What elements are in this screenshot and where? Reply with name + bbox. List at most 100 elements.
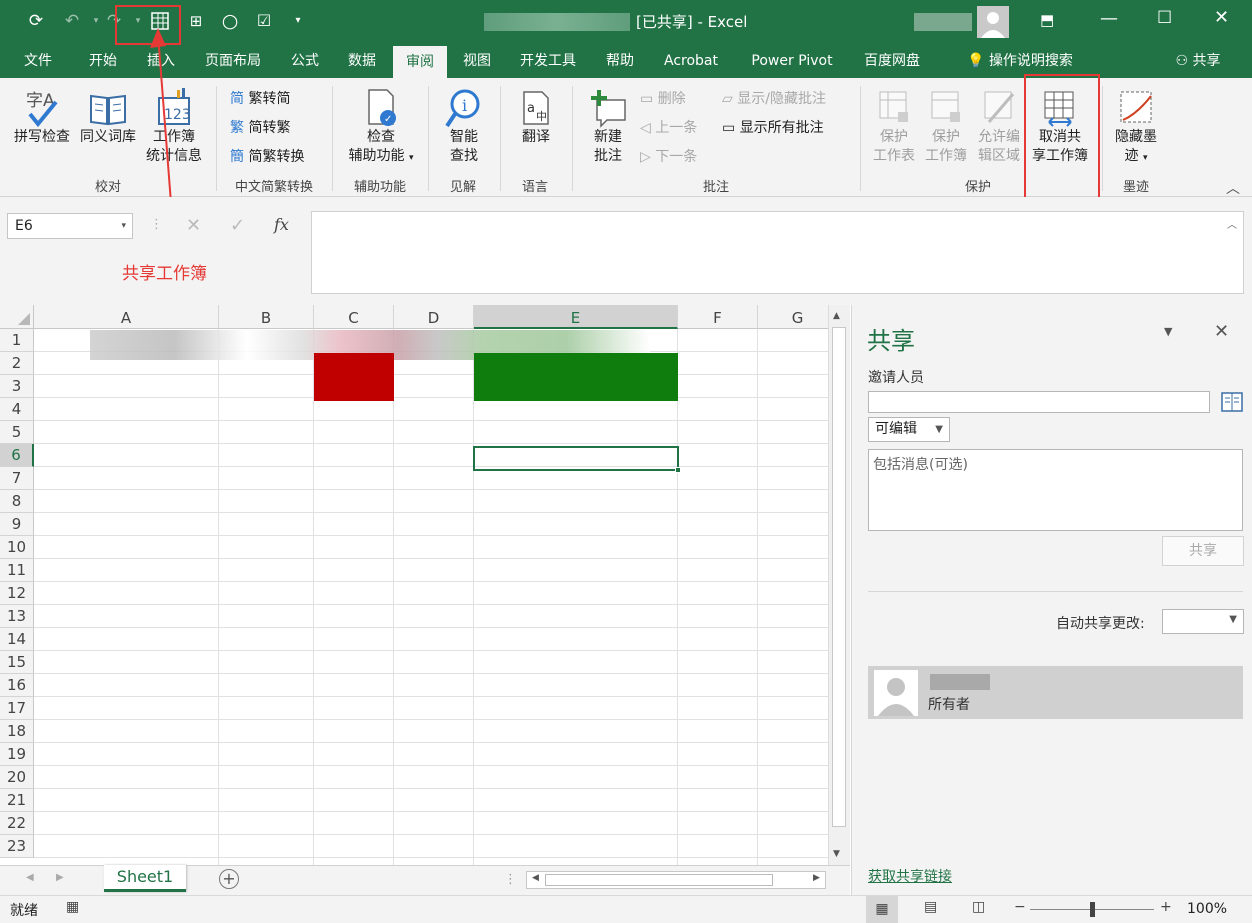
tab-split-grip-icon[interactable]: ⋮ (504, 872, 517, 887)
customize-qa-icon[interactable]: ▾ (284, 8, 312, 34)
row-header[interactable]: 15 (0, 651, 34, 674)
allow-edit-ranges-button[interactable]: 允许编 辑区域 (972, 88, 1026, 166)
column-header[interactable]: G (758, 305, 838, 329)
row-header[interactable]: 20 (0, 766, 34, 789)
selected-cell-e6[interactable] (473, 446, 681, 473)
tab-page-layout[interactable]: 页面布局 (194, 44, 272, 78)
convert-button[interactable]: 簡 简繁转换 (230, 147, 304, 167)
minimize-icon[interactable]: — (1100, 8, 1118, 29)
row-header[interactable]: 21 (0, 789, 34, 812)
autosave-icon[interactable]: ⟳ (22, 8, 50, 34)
row-header[interactable]: 11 (0, 559, 34, 582)
row-header[interactable]: 5 (0, 421, 34, 444)
tab-data[interactable]: 数据 (337, 44, 387, 78)
to-simplified-button[interactable]: 简 繁转简 (230, 89, 290, 109)
cancel-icon[interactable]: ✕ (186, 215, 201, 236)
zoom-level[interactable]: 100% (1187, 901, 1227, 917)
name-box[interactable]: E6 ▾ (7, 213, 133, 239)
column-header[interactable]: A (34, 305, 219, 329)
get-share-link[interactable]: 获取共享链接 (868, 866, 952, 886)
row-header[interactable]: 2 (0, 352, 34, 375)
next-sheet-icon[interactable]: ▶ (56, 872, 64, 883)
permission-select[interactable]: 可编辑 ▼ (868, 417, 950, 442)
message-textarea[interactable]: 包括消息(可选) (868, 449, 1243, 531)
horizontal-scroll-thumb[interactable] (545, 874, 773, 886)
tab-developer[interactable]: 开发工具 (508, 44, 588, 78)
new-comment-button[interactable]: 新建 批注 (580, 88, 636, 166)
prev-sheet-icon[interactable]: ◀ (26, 872, 34, 883)
row-header[interactable]: 3 (0, 375, 34, 398)
horizontal-scrollbar[interactable]: ◀ ▶ (526, 871, 826, 889)
row-header[interactable]: 7 (0, 467, 34, 490)
next-comment-button[interactable]: ▷ 下一条 (640, 147, 697, 167)
tab-acrobat[interactable]: Acrobat (652, 44, 730, 78)
close-icon[interactable]: ✕ (1214, 7, 1229, 28)
zoom-out-icon[interactable]: − (1014, 899, 1026, 915)
select-all-corner[interactable] (0, 305, 34, 329)
sheet-tab-sheet1[interactable]: Sheet1 (104, 865, 186, 892)
check-file-icon[interactable]: ☑ (250, 8, 278, 34)
normal-view-icon[interactable]: ▦ (866, 896, 898, 923)
maximize-icon[interactable]: ☐ (1157, 8, 1172, 28)
tab-formulas[interactable]: 公式 (280, 44, 330, 78)
vertical-scroll-thumb[interactable] (832, 327, 846, 827)
thesaurus-button[interactable]: 同义词库 (76, 88, 140, 147)
protect-sheet-button[interactable]: 保护 工作表 (868, 88, 920, 166)
insert-function-icon[interactable]: fx (274, 215, 289, 234)
row-header[interactable]: 10 (0, 536, 34, 559)
share-button[interactable]: ⚇ 共享 (1163, 44, 1233, 78)
row-header[interactable]: 12 (0, 582, 34, 605)
row-header[interactable]: 6 (0, 444, 34, 467)
row-header[interactable]: 19 (0, 743, 34, 766)
row-header[interactable]: 22 (0, 812, 34, 835)
tab-view[interactable]: 视图 (452, 44, 502, 78)
tab-file[interactable]: 文件 (14, 44, 62, 78)
column-header[interactable]: C (314, 305, 394, 329)
enter-icon[interactable]: ✓ (230, 215, 245, 236)
share-submit-button[interactable]: 共享 (1162, 536, 1244, 566)
tab-baidu-netdisk[interactable]: 百度网盘 (852, 44, 932, 78)
hide-ink-button[interactable]: 隐藏墨迹 ▾ (1108, 88, 1164, 168)
row-header[interactable]: 9 (0, 513, 34, 536)
show-hide-comment-button[interactable]: ▱ 显示/隐藏批注 (722, 89, 826, 109)
smart-lookup-button[interactable]: i 智能 查找 (436, 88, 492, 166)
column-header[interactable]: B (219, 305, 314, 329)
invite-input[interactable] (868, 391, 1210, 413)
tell-me-search[interactable]: 💡 操作说明搜索 (950, 44, 1090, 78)
column-header[interactable]: F (678, 305, 758, 329)
check-accessibility-button[interactable]: ✓ 检查 辅助功能 ▾ (340, 88, 422, 168)
spell-check-button[interactable]: 字A 拼写检查 (10, 88, 74, 147)
row-header[interactable]: 1 (0, 329, 34, 352)
tab-power-pivot[interactable]: Power Pivot (738, 44, 846, 78)
translate-button[interactable]: a中 翻译 (508, 88, 564, 147)
column-header[interactable]: D (394, 305, 474, 329)
vertical-scrollbar[interactable]: ▲ ▼ (828, 305, 850, 865)
owner-entry[interactable]: 所有者 (868, 666, 1243, 719)
row-header[interactable]: 14 (0, 628, 34, 651)
row-header[interactable]: 16 (0, 674, 34, 697)
expand-formula-icon[interactable]: ︿ (1227, 216, 1237, 231)
pane-close-icon[interactable]: ✕ (1214, 321, 1229, 342)
zoom-slider-thumb[interactable] (1090, 902, 1095, 917)
red-filled-cells[interactable] (314, 353, 394, 401)
row-header[interactable]: 23 (0, 835, 34, 858)
address-book-icon[interactable] (1220, 391, 1244, 413)
formula-input[interactable]: ︿ (311, 211, 1244, 294)
pane-options-icon[interactable]: ▼ (1164, 325, 1172, 338)
avatar[interactable] (977, 6, 1009, 38)
row-header[interactable]: 13 (0, 605, 34, 628)
zoom-in-icon[interactable]: + (1160, 899, 1172, 915)
delete-comment-button[interactable]: ▭ 删除 (640, 89, 686, 109)
to-traditional-button[interactable]: 繁 简转繁 (230, 118, 290, 138)
page-break-view-icon[interactable]: ◫ (972, 899, 985, 915)
page-layout-view-icon[interactable]: ▤ (924, 899, 937, 915)
macro-record-icon[interactable]: ▦ (66, 899, 79, 915)
previous-comment-button[interactable]: ◁ 上一条 (640, 118, 697, 138)
row-header[interactable]: 4 (0, 398, 34, 421)
new-sheet-icon[interactable]: + (219, 869, 239, 889)
protect-workbook-button[interactable]: 保护 工作簿 (920, 88, 972, 166)
auto-share-select[interactable]: ▼ (1162, 609, 1244, 634)
tab-home[interactable]: 开始 (78, 44, 128, 78)
circle-icon[interactable]: ○ (216, 8, 244, 34)
spreadsheet-grid[interactable]: A B C D E F G 1 2 3 4 5 6 7 8 9 10 11 12 13 14 15 16 17 1… (0, 305, 850, 865)
